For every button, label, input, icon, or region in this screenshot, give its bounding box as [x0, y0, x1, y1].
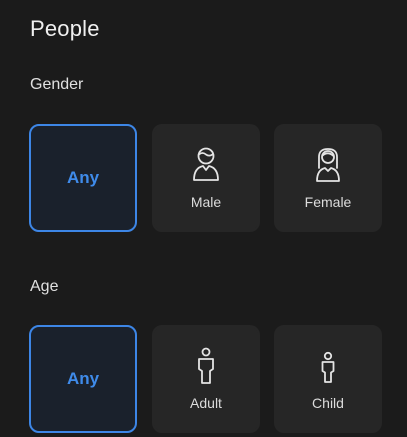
gender-option-any[interactable]: Any [29, 124, 137, 232]
age-option-adult[interactable]: Adult [152, 325, 260, 433]
age-option-adult-label: Adult [190, 395, 222, 411]
gender-option-male[interactable]: Male [152, 124, 260, 232]
child-person-icon [311, 347, 345, 385]
age-option-any[interactable]: Any [29, 325, 137, 433]
age-option-any-label: Any [66, 369, 100, 388]
panel-title: People [30, 16, 100, 41]
female-person-icon [311, 146, 345, 184]
gender-option-female[interactable]: Female [274, 124, 382, 232]
male-person-icon [189, 146, 223, 184]
gender-option-female-label: Female [304, 194, 352, 210]
adult-person-icon [189, 347, 223, 385]
people-filter-panel: People Gender Any Male Female Age Any Ad… [0, 0, 407, 437]
age-option-child[interactable]: Child [274, 325, 382, 433]
gender-option-male-label: Male [190, 194, 222, 210]
gender-section-label: Gender [30, 76, 84, 93]
age-option-child-label: Child [312, 395, 344, 411]
age-section-label: Age [30, 278, 59, 295]
gender-option-any-label: Any [66, 168, 100, 187]
